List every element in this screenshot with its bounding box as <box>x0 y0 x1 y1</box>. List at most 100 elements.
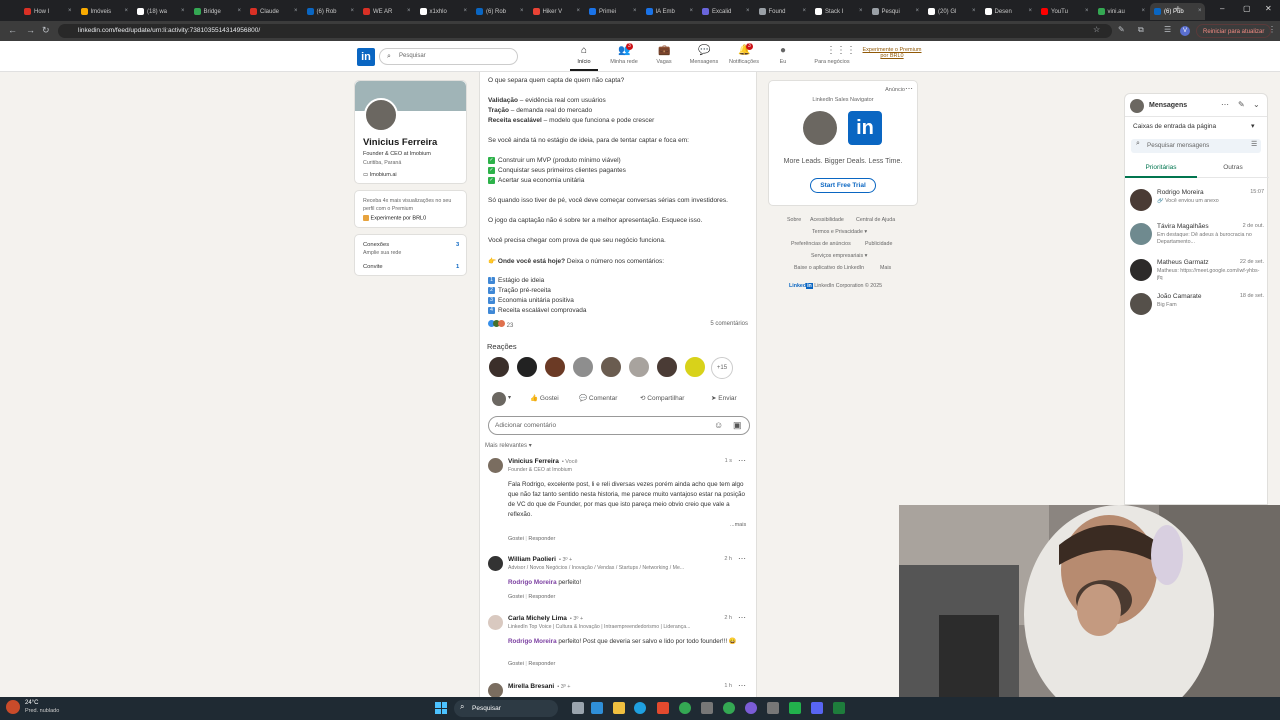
browser-tab[interactable]: Primei × <box>585 3 640 20</box>
invite-label[interactable]: Convite <box>363 264 383 270</box>
commenter-name[interactable]: Vinicius Ferreira • Você <box>508 458 578 465</box>
task-view-icon[interactable] <box>572 702 584 714</box>
weather-icon[interactable] <box>6 700 20 714</box>
terminal-icon[interactable] <box>701 702 713 714</box>
tab-close-icon[interactable]: × <box>576 8 580 14</box>
browser-tab[interactable]: (6) Rob × <box>472 3 527 20</box>
footer-link[interactable]: Sobre <box>787 217 801 223</box>
tab-close-icon[interactable]: × <box>407 8 411 14</box>
actor-avatar[interactable] <box>492 392 506 406</box>
commenter-avatar[interactable] <box>488 458 503 473</box>
footer-link[interactable]: Acessibilidade <box>810 217 844 223</box>
footer-link[interactable]: Preferências de anúncios <box>791 241 851 247</box>
comment-reply-button[interactable]: Responder <box>528 536 555 542</box>
taskbar-search[interactable]: ⌕ Pesquisar <box>454 700 558 717</box>
browser-tab[interactable]: WE AR × <box>359 3 414 20</box>
comment-button[interactable]: 💬 Comentar <box>579 394 617 402</box>
browser-tab[interactable]: How I × <box>20 3 75 20</box>
tab-close-icon[interactable]: × <box>1198 8 1202 14</box>
share-button[interactable]: ⟲ Compartilhar <box>640 394 684 402</box>
browser-tab[interactable]: Imóveis × <box>77 3 132 20</box>
file-explorer-icon[interactable] <box>613 702 625 714</box>
extensions-icon[interactable]: ⧉ <box>1138 25 1144 35</box>
tab-close-icon[interactable]: × <box>520 8 524 14</box>
tab-priority[interactable]: Prioritárias <box>1125 160 1197 178</box>
image-icon[interactable]: ▣ <box>733 420 742 431</box>
tab-other[interactable]: Outras <box>1197 160 1269 178</box>
tab-close-icon[interactable]: × <box>463 8 467 14</box>
tab-close-icon[interactable]: × <box>181 8 185 14</box>
compose-icon[interactable]: ✎ <box>1238 100 1245 109</box>
xbox-icon[interactable] <box>833 702 845 714</box>
emoji-icon[interactable]: ☺ <box>714 420 723 430</box>
comment-options-icon[interactable]: ⋯ <box>738 613 746 622</box>
browser-tab[interactable]: (18) wa × <box>133 3 188 20</box>
more-reactors-button[interactable]: +15 <box>711 357 733 379</box>
premium-link[interactable]: Experimente o Premium por BRL0 <box>862 47 922 59</box>
browser-tab[interactable]: Bridge × <box>190 3 245 20</box>
reaction-summary[interactable]: 23 <box>488 320 513 329</box>
tab-close-icon[interactable]: × <box>802 8 806 14</box>
reactor-avatar[interactable] <box>488 356 510 378</box>
nav-item[interactable]: ⋮⋮⋮ Para negócios <box>811 45 856 65</box>
collapse-chevron-icon[interactable]: ⌄ <box>1253 100 1260 109</box>
nav-item[interactable]: ⌂ Início <box>564 45 604 71</box>
nav-item[interactable]: ● Eu <box>763 45 803 65</box>
tab-close-icon[interactable]: × <box>633 8 637 14</box>
discord-icon[interactable] <box>811 702 823 714</box>
like-button[interactable]: 👍 Gostei <box>530 394 559 402</box>
message-search-input[interactable]: ⌕ Pesquisar mensagens ☰ <box>1131 139 1261 153</box>
tab-close-icon[interactable]: × <box>124 8 128 14</box>
commenter-name[interactable]: Mirella Bresani • 3º + <box>508 683 571 690</box>
browser-tab[interactable]: Claude × <box>246 3 301 20</box>
browser-profile-avatar[interactable]: V <box>1180 26 1190 36</box>
chrome-active-icon[interactable] <box>723 702 735 714</box>
copilot-icon[interactable] <box>591 702 603 714</box>
comment-count[interactable]: 5 comentários <box>710 321 748 327</box>
edge-icon[interactable] <box>634 702 646 714</box>
footer-link[interactable]: Publicidade <box>865 241 892 247</box>
comment-options-icon[interactable]: ⋯ <box>738 681 746 690</box>
app-icon[interactable] <box>767 702 779 714</box>
premium-upsell-cta[interactable]: Experimente por BRL0 <box>363 215 426 221</box>
comment-like-button[interactable]: Gostei <box>508 661 524 667</box>
conversation-item[interactable]: Rodrigo Moreira 15:07 🔗 Você enviou um ane… <box>1125 186 1269 220</box>
browser-tab[interactable]: (20) Gl × <box>924 3 979 20</box>
tab-close-icon[interactable]: × <box>294 8 298 14</box>
profile-avatar[interactable] <box>364 98 398 132</box>
reactor-avatar[interactable] <box>684 356 706 378</box>
inbox-dropdown-icon[interactable]: ▾ <box>1251 122 1255 130</box>
reactor-avatar[interactable] <box>544 356 566 378</box>
profile-company[interactable]: ▭ Imobium.ai <box>363 172 397 178</box>
back-icon[interactable]: ← <box>8 25 17 35</box>
tab-close-icon[interactable]: × <box>746 8 750 14</box>
nav-item[interactable]: 👥 3 Minha rede <box>604 43 644 65</box>
tab-close-icon[interactable]: × <box>237 8 241 14</box>
footer-link[interactable]: Mais <box>880 265 891 271</box>
reactor-avatar[interactable] <box>628 356 650 378</box>
footer-link[interactable]: Serviços empresariais ▾ <box>811 253 867 259</box>
sort-comments-dropdown[interactable]: Mais relevantes ▾ <box>485 442 532 449</box>
messaging-title[interactable]: Mensagens <box>1149 102 1187 109</box>
browser-tab[interactable]: x1xhlo × <box>416 3 471 20</box>
commenter-avatar[interactable] <box>488 615 503 630</box>
browser-tab[interactable]: vini.au × <box>1094 3 1149 20</box>
commenter-name[interactable]: William Paolieri • 3º + <box>508 556 572 563</box>
start-free-trial-button[interactable]: Start Free Trial <box>810 178 876 193</box>
windows-start-icon[interactable] <box>435 702 447 714</box>
see-more-link[interactable]: ...mais <box>730 522 746 528</box>
comment-like-button[interactable]: Gostei <box>508 536 524 542</box>
reactor-avatar[interactable] <box>516 356 538 378</box>
nav-item[interactable]: 💼 Vagas <box>644 45 684 65</box>
conversation-item[interactable]: Távira Magalhães 2 de out. Em destaque: Dê… <box>1125 220 1269 254</box>
tab-close-icon[interactable]: × <box>68 8 72 14</box>
reload-icon[interactable]: ↻ <box>42 25 50 36</box>
chrome-icon[interactable] <box>679 702 691 714</box>
search-input[interactable]: ⌕ Pesquisar <box>379 48 518 65</box>
browser-tab[interactable]: Found × <box>755 3 810 20</box>
tab-close-icon[interactable]: × <box>689 8 693 14</box>
commenter-name[interactable]: Carla Michely Lima • 3º + <box>508 615 583 622</box>
browser-tab[interactable]: Hiker V × <box>529 3 584 20</box>
restart-to-update-button[interactable]: Reiniciar para atualizar <box>1196 24 1272 38</box>
conversation-item[interactable]: Matheus Garmatz 22 de set. Matheus: https:… <box>1125 256 1269 290</box>
